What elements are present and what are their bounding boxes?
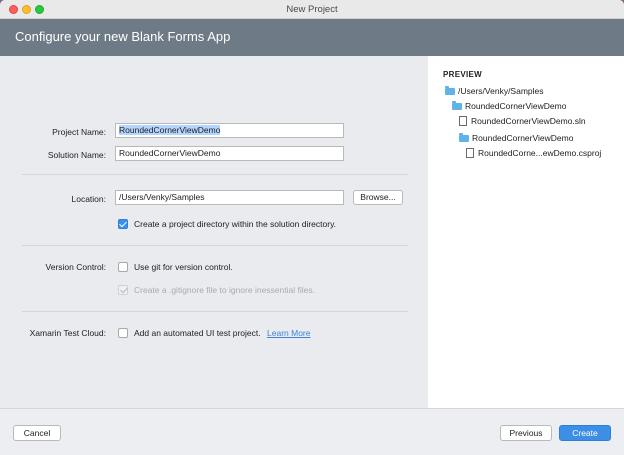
browse-button[interactable]: Browse... — [353, 190, 403, 205]
tree-item-label: RoundedCorne...ewDemo.csproj — [478, 148, 602, 158]
ui-test-text: Add an automated UI test project. Learn … — [134, 328, 310, 338]
test-cloud-label: Xamarin Test Cloud: — [29, 328, 106, 338]
tree-item-label: RoundedCornerViewDemo — [465, 101, 567, 111]
use-git-checkbox[interactable] — [118, 262, 128, 272]
previous-button[interactable]: Previous — [500, 425, 552, 441]
cancel-button[interactable]: Cancel — [13, 425, 61, 441]
learn-more-link[interactable]: Learn More — [267, 328, 310, 338]
create-directory-label: Create a project directory within the so… — [134, 219, 337, 229]
create-button[interactable]: Create — [559, 425, 611, 441]
tree-item-label: /Users/Venky/Samples — [458, 86, 544, 96]
preview-title: PREVIEW — [443, 70, 482, 79]
solution-name-input[interactable]: RoundedCornerViewDemo — [115, 146, 344, 161]
version-control-label: Version Control: — [45, 262, 106, 272]
create-directory-checkbox[interactable] — [118, 219, 128, 229]
page-header: Configure your new Blank Forms App — [0, 19, 624, 56]
preview-panel: PREVIEW /Users/Venky/Samples RoundedCorn… — [428, 56, 624, 408]
gitignore-checkbox — [118, 285, 128, 295]
ui-test-checkbox[interactable] — [118, 328, 128, 338]
tree-item-folder: /Users/Venky/Samples — [445, 86, 544, 96]
project-name-value: RoundedCornerViewDemo — [119, 125, 221, 135]
tree-item-file: RoundedCornerViewDemo.sln — [459, 116, 586, 126]
dialog-footer: Cancel Previous Create — [0, 408, 624, 455]
section-divider — [22, 311, 408, 312]
location-input[interactable]: /Users/Venky/Samples — [115, 190, 344, 205]
use-git-label: Use git for version control. — [134, 262, 233, 272]
title-bar: New Project — [0, 0, 624, 19]
new-project-window: New Project Configure your new Blank For… — [0, 0, 624, 455]
file-icon — [459, 116, 467, 126]
project-name-input[interactable]: RoundedCornerViewDemo — [115, 123, 344, 138]
window-title: New Project — [286, 4, 338, 15]
project-name-label: Project Name: — [52, 127, 106, 137]
tree-item-folder: RoundedCornerViewDemo — [459, 133, 573, 143]
section-divider — [22, 174, 408, 175]
file-icon — [466, 148, 474, 158]
tree-item-label: RoundedCornerViewDemo.sln — [471, 116, 586, 126]
tree-item-file: RoundedCorne...ewDemo.csproj — [466, 148, 601, 158]
form-panel: Project Name: RoundedCornerViewDemo Solu… — [0, 56, 428, 408]
page-heading: Configure your new Blank Forms App — [15, 29, 231, 44]
tree-item-folder: RoundedCornerViewDemo — [452, 101, 566, 111]
folder-icon — [452, 101, 462, 110]
folder-icon — [459, 133, 469, 142]
location-label: Location: — [71, 194, 107, 204]
folder-icon — [445, 86, 455, 95]
solution-name-label: Solution Name: — [47, 150, 106, 160]
section-divider — [22, 245, 408, 246]
gitignore-label: Create a .gitignore file to ignore iness… — [134, 285, 315, 295]
ui-test-label: Add an automated UI test project. — [134, 328, 261, 338]
tree-item-label: RoundedCornerViewDemo — [472, 133, 574, 143]
